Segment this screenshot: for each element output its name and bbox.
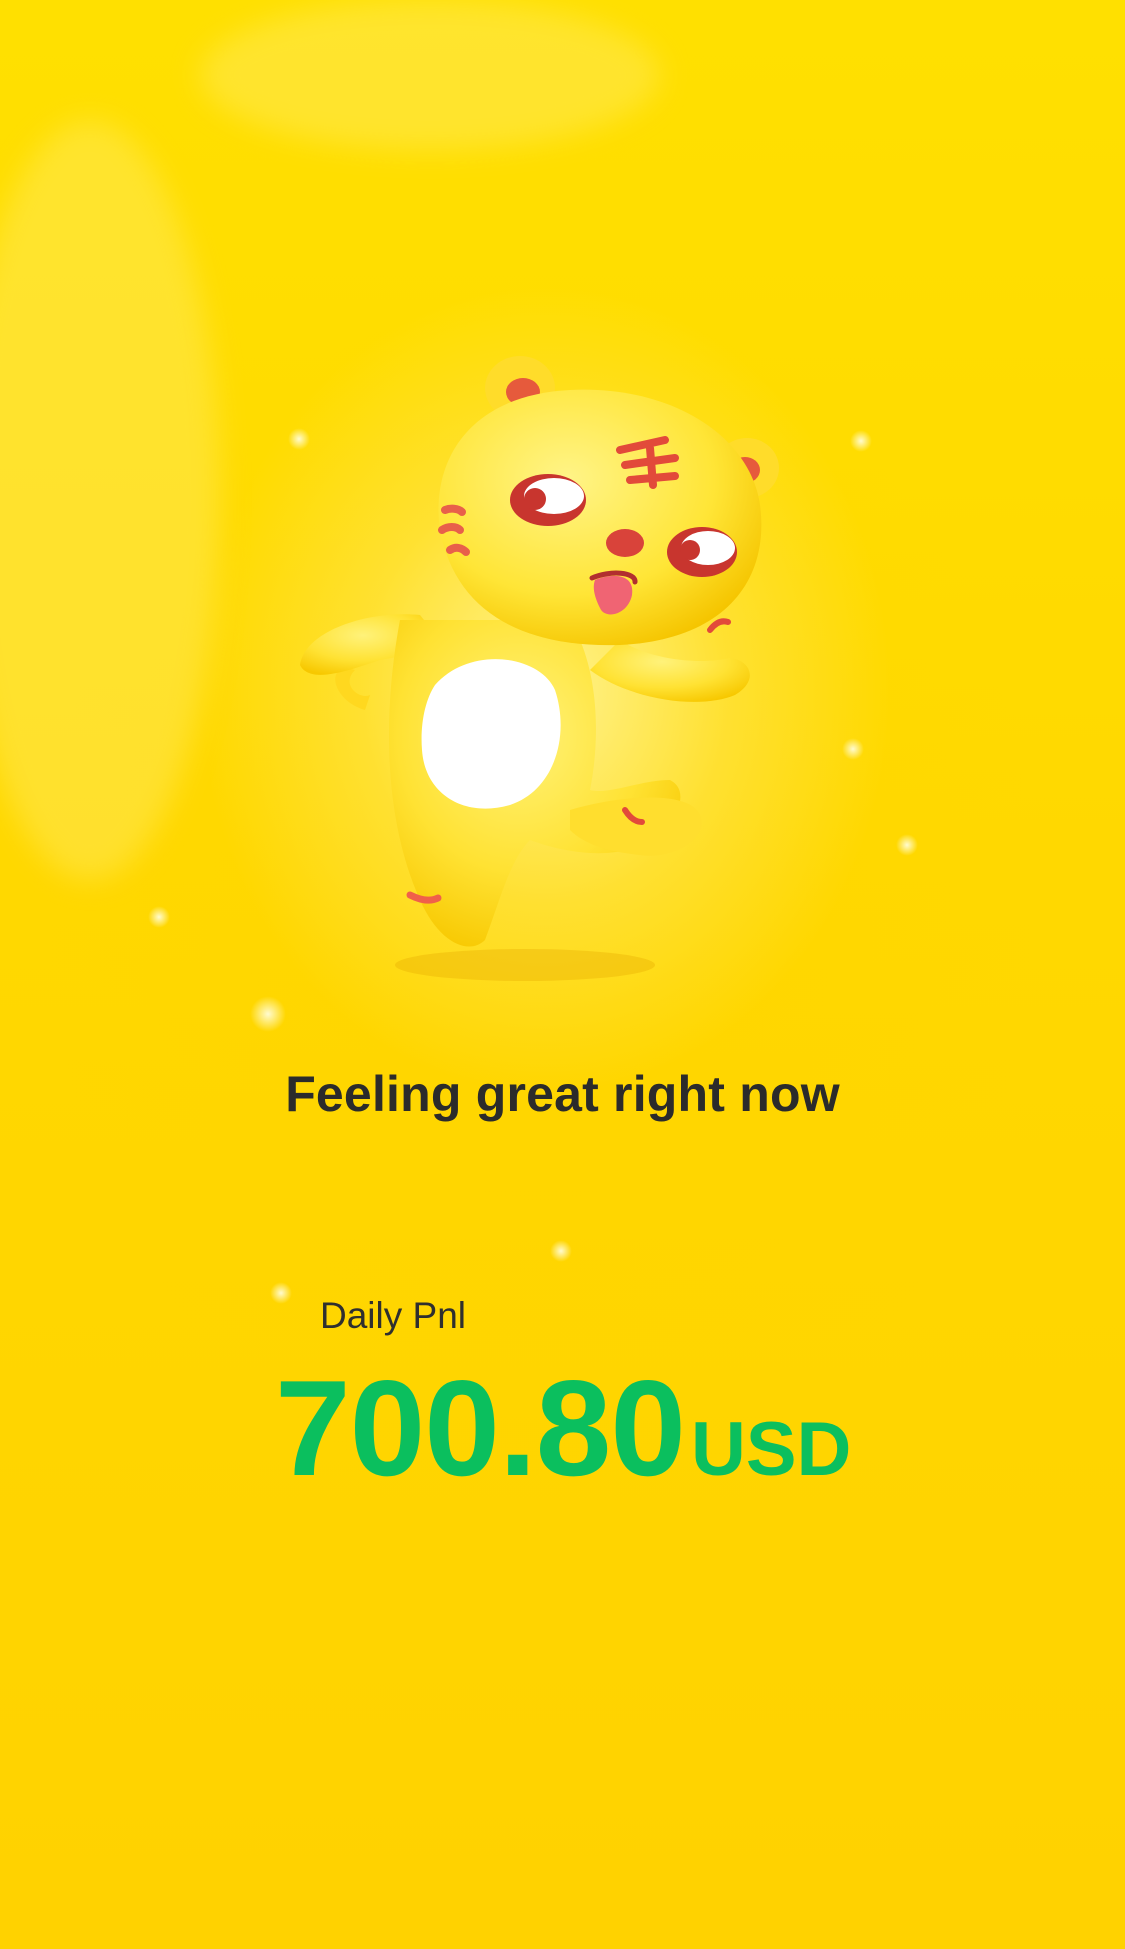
sparkle-icon: [250, 996, 286, 1032]
mood-headline: Feeling great right now: [285, 1066, 840, 1122]
sparkle-icon: [148, 906, 170, 928]
background-wisp: [200, 0, 660, 150]
sparkle-icon: [896, 834, 918, 856]
daily-pnl-label: Daily Pnl: [320, 1295, 466, 1336]
tiger-mascot-icon: [300, 356, 779, 981]
daily-pnl-value: 700.80USD: [275, 1360, 851, 1496]
sparkle-icon: [550, 1240, 572, 1262]
sparkle-icon: [842, 738, 864, 760]
sparkle-icon: [270, 1282, 292, 1304]
daily-pnl-amount: 700.80: [275, 1352, 686, 1504]
sparkle-icon: [850, 430, 872, 452]
daily-pnl-unit: USD: [690, 1407, 852, 1492]
